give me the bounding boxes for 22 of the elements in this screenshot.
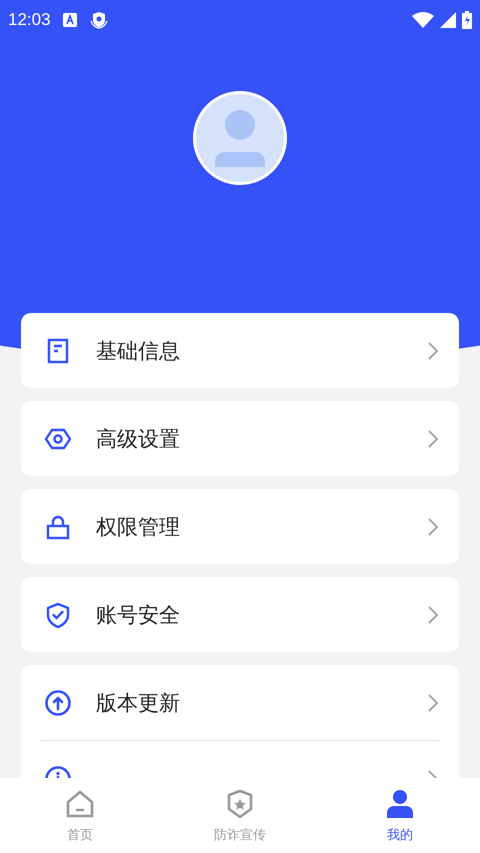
emblem-notification-icon [88, 11, 109, 29]
home-icon [64, 788, 96, 820]
status-time: 12:03 [8, 10, 51, 30]
chevron-right-icon[interactable] [427, 604, 439, 624]
menu-item-label[interactable]: 高级设置 [96, 424, 403, 452]
chevron-right-icon[interactable] [427, 340, 439, 360]
wifi-icon [412, 12, 434, 28]
upload-icon [44, 688, 72, 716]
menu-item-label[interactable]: 账号安全 [96, 600, 403, 628]
menu-item-label[interactable]: 版本更新 [96, 688, 403, 716]
menu-item-label[interactable]: 基础信息 [96, 336, 403, 364]
chevron-right-icon[interactable] [427, 692, 439, 712]
menu-item-label[interactable]: 权限管理 [96, 512, 403, 540]
tab[interactable]: 我的 [320, 778, 480, 853]
chevron-right-icon[interactable] [427, 516, 439, 536]
avatar-icon[interactable] [193, 91, 287, 185]
shield-check-icon [44, 600, 72, 628]
user-icon [384, 788, 416, 820]
battery-charging-icon [462, 11, 472, 29]
signal-icon [440, 12, 456, 28]
keyboard-notification-icon [62, 13, 77, 27]
chevron-right-icon[interactable] [427, 428, 439, 448]
